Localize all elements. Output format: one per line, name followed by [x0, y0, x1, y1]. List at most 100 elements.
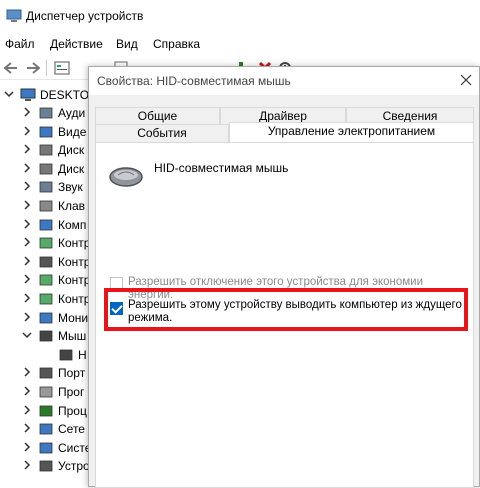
tree-item-label: Контр	[58, 292, 90, 306]
menu-action[interactable]: Действие	[50, 37, 103, 51]
computer-icon	[39, 219, 53, 230]
tree-item[interactable]: Контр	[0, 234, 90, 252]
chevron-right-icon[interactable]	[22, 107, 32, 117]
mouse-icon	[39, 330, 53, 342]
chevron-right-icon[interactable]	[22, 423, 32, 433]
tree-item[interactable]: Сете	[0, 420, 90, 438]
tree-item-label: Диск	[58, 143, 85, 158]
tree-item-label: Контр	[58, 254, 90, 269]
tree-item[interactable]: Мони	[0, 309, 90, 327]
tree-item-label: Звук	[58, 180, 83, 195]
tree-item-label: Диск	[58, 161, 85, 176]
chevron-right-icon[interactable]	[22, 163, 32, 173]
tree-item-label: Виде	[58, 124, 87, 139]
tree-item-label: Прог	[58, 385, 85, 399]
chevron-right-icon[interactable]	[22, 219, 32, 229]
chevron-right-icon[interactable]	[22, 144, 32, 154]
disk-drive-icon	[39, 163, 53, 175]
tree-item[interactable]: Клав	[0, 197, 90, 215]
tree-item-label: Контр	[58, 273, 90, 288]
processor-icon	[39, 405, 53, 416]
allow-wake-label-line2: режима.	[128, 312, 173, 324]
video-icon	[39, 126, 53, 137]
tree-item[interactable]: Виде	[0, 123, 90, 141]
chevron-right-icon[interactable]	[22, 386, 32, 396]
tree-item[interactable]: Н	[0, 346, 90, 364]
chevron-right-icon[interactable]	[22, 312, 32, 322]
tree-item-label: Комп	[58, 217, 87, 232]
network-icon	[39, 423, 53, 435]
port-icon	[39, 367, 53, 379]
tree-item-label: Сете	[58, 422, 85, 437]
chevron-right-icon[interactable]	[22, 460, 32, 470]
tree-item[interactable]: Мыш	[0, 327, 90, 345]
tree-item-label: Мони	[58, 310, 89, 325]
chevron-right-icon[interactable]	[22, 367, 32, 377]
main-titlebar: Диспетчер устройств	[0, 0, 480, 32]
forward-arrow-icon[interactable]	[24, 59, 42, 77]
tree-item-label: Клав	[58, 199, 86, 213]
usb-controller-icon	[39, 256, 53, 268]
chevron-right-icon[interactable]	[22, 181, 32, 191]
close-icon[interactable]	[459, 73, 473, 87]
system-icon	[39, 442, 53, 454]
allow-wake-label: Разрешить этому устройству выводить комп…	[128, 299, 462, 325]
tree-item[interactable]: Диск	[0, 160, 90, 178]
tree-item-label: Ауди	[58, 106, 86, 120]
chevron-right-icon[interactable]	[22, 405, 32, 415]
chevron-right-icon[interactable]	[22, 442, 32, 452]
keyboard-icon	[39, 200, 53, 212]
mouse-icon	[59, 349, 73, 361]
tree-item[interactable]: Звук	[0, 178, 90, 196]
menu-help[interactable]: Справка	[153, 37, 200, 51]
properties-dialog: Свойства: HID-совместимая мышь Общие Дра…	[88, 66, 480, 488]
allow-wake-checkbox[interactable]	[110, 302, 123, 315]
chevron-right-icon[interactable]	[22, 200, 32, 210]
menu-file[interactable]: Файл	[5, 37, 35, 51]
window-title: Диспетчер устройств	[26, 9, 144, 23]
chevron-down-icon[interactable]	[22, 330, 32, 340]
tree-root[interactable]: DESKTOP	[0, 86, 90, 104]
tree-root-label: DESKTOP	[40, 88, 90, 102]
properties-icon[interactable]	[53, 59, 71, 77]
tree-item-label: Контр	[58, 236, 90, 251]
tab-general[interactable]: Общие	[95, 107, 220, 125]
disk-icon	[39, 144, 53, 156]
tree-item[interactable]: Порт	[0, 364, 90, 382]
sound-icon	[39, 181, 53, 193]
tree-item-label: Проц	[58, 403, 87, 418]
device-name: HID-совместимая мышь	[154, 161, 289, 175]
tree-item-label: Порт	[58, 366, 86, 381]
tree-item[interactable]: Проц	[0, 402, 90, 420]
device-manager-icon	[6, 9, 22, 22]
tree-item[interactable]: Комп	[0, 216, 90, 234]
software-icon	[39, 386, 53, 398]
tree-item[interactable]: Устро	[0, 457, 90, 475]
computer-icon	[20, 88, 36, 101]
device-tree: DESKTOP Ауди Виде Диск Диск Звук Клав Комп Конт…	[0, 82, 90, 487]
tab-events[interactable]: События	[95, 124, 229, 142]
tab-power-management[interactable]: Управление электропитанием	[229, 122, 474, 142]
tree-item[interactable]: Контр	[0, 271, 90, 289]
menu-bar: Файл Действие Вид Справка	[0, 34, 480, 54]
chevron-right-icon[interactable]	[22, 293, 32, 303]
tree-item-label: Устро	[58, 459, 90, 474]
menu-view[interactable]: Вид	[116, 37, 138, 51]
chevron-right-icon[interactable]	[22, 237, 32, 247]
tab-row-front: События Управление электропитанием	[95, 122, 474, 142]
controller-icon	[39, 293, 53, 305]
tree-item[interactable]: Систе	[0, 439, 90, 457]
tree-item[interactable]: Прог	[0, 383, 90, 401]
tree-item[interactable]: Ауди	[0, 104, 90, 122]
audio-icon	[39, 107, 53, 119]
tree-item[interactable]: Контр	[0, 290, 90, 308]
chevron-down-icon[interactable]	[4, 89, 14, 99]
tree-item[interactable]: Диск	[0, 141, 90, 159]
tree-item[interactable]: Контр	[0, 253, 90, 271]
chevron-right-icon[interactable]	[22, 256, 32, 266]
tree-item-label: Мыш	[58, 329, 87, 344]
chevron-right-icon[interactable]	[22, 274, 32, 284]
back-arrow-icon[interactable]	[2, 59, 20, 77]
chevron-right-icon[interactable]	[22, 126, 32, 136]
controller-icon	[39, 274, 53, 286]
